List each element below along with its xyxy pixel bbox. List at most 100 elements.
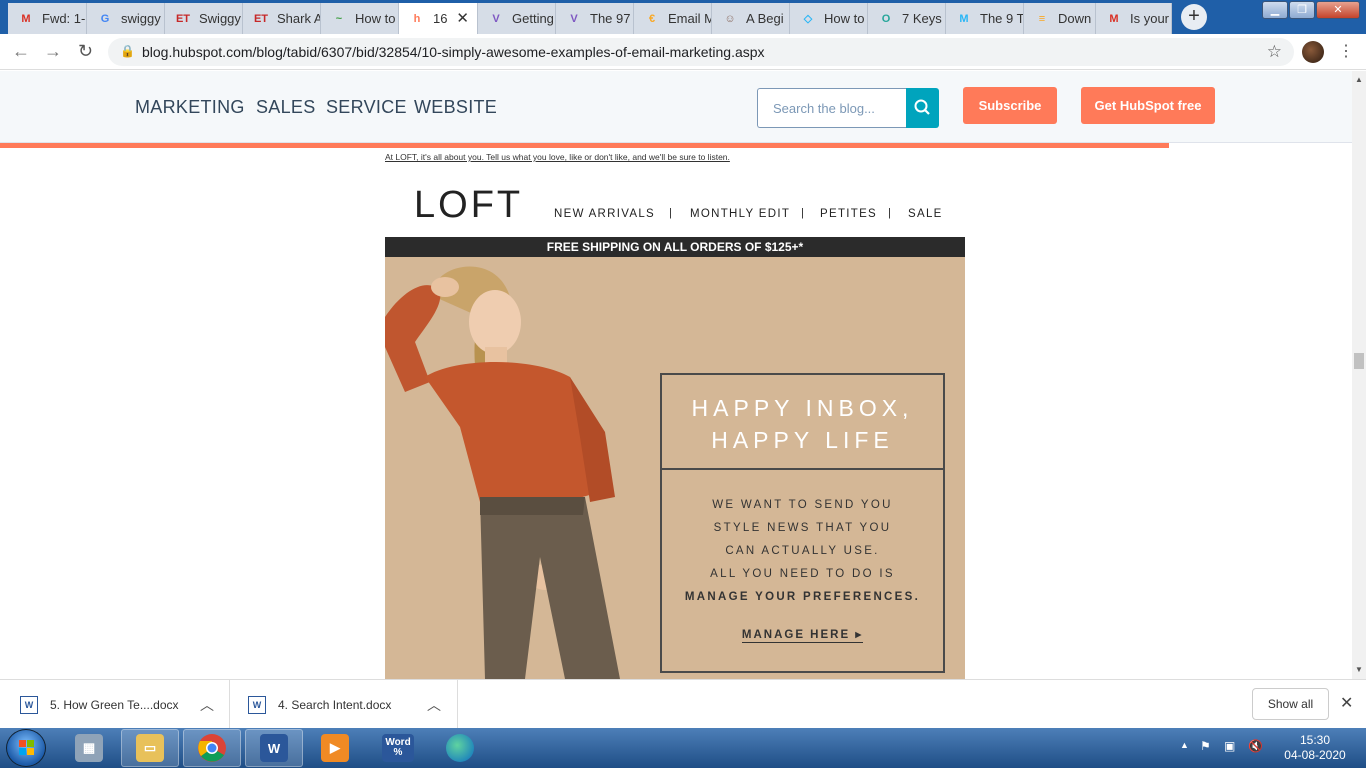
tab-title: Fwd: 1- bbox=[42, 11, 86, 26]
scroll-down-icon[interactable]: ▼ bbox=[1355, 665, 1363, 674]
tab-favicon-icon: ET bbox=[253, 12, 269, 25]
promo-box: HAPPY INBOX, HAPPY LIFE WE WANT TO SEND … bbox=[660, 373, 945, 673]
tab-title: 16 bbox=[433, 11, 448, 26]
site-header: MARKETING SALES SERVICE WEBSITE Search t… bbox=[0, 71, 1352, 143]
loft-nav-sale[interactable]: SALE bbox=[908, 208, 943, 220]
flag-icon[interactable]: ⚑ bbox=[1200, 739, 1211, 753]
taskbar-chrome[interactable] bbox=[183, 729, 241, 767]
taskbar-clock[interactable]: 15:30 04-08-2020 bbox=[1280, 733, 1350, 763]
tab-favicon-icon: ☺ bbox=[724, 12, 736, 25]
forward-arrow-icon[interactable]: → bbox=[44, 41, 62, 62]
tab-title: The 97 bbox=[590, 11, 631, 26]
blog-search-input[interactable]: Search the blog... bbox=[757, 88, 907, 128]
tab-title: A Begi bbox=[746, 11, 784, 26]
download-item[interactable]: W 5. How Green Te....docx ︿ bbox=[0, 680, 230, 729]
download-item[interactable]: W 4. Search Intent.docx ︿ bbox=[230, 680, 458, 729]
get-hubspot-free-button[interactable]: Get HubSpot free bbox=[1081, 87, 1215, 124]
taskbar-calculator[interactable]: ▦ bbox=[60, 729, 118, 767]
browser-tab[interactable]: M The 9 T bbox=[946, 3, 1024, 34]
browser-tab[interactable]: M Fwd: 1- bbox=[8, 3, 87, 34]
loft-nav-monthly-edit[interactable]: MONTHLY EDIT bbox=[690, 208, 790, 220]
tray-expand-icon[interactable]: ▲ bbox=[1180, 740, 1189, 750]
taskbar-word[interactable]: W bbox=[245, 729, 303, 767]
clock-time: 15:30 bbox=[1299, 733, 1331, 747]
search-icon bbox=[914, 99, 930, 115]
taskbar-media-player[interactable]: ▶ bbox=[306, 729, 364, 767]
tab-strip: M Fwd: 1- Gswiggy ET Swiggy ET Shark A ~ How to h… bbox=[0, 0, 1366, 34]
address-bar[interactable]: 🔒 blog.hubspot.com/blog/tabid/6307/bid/3… bbox=[108, 38, 1294, 66]
browser-tab[interactable]: O 7 Keys bbox=[868, 3, 946, 34]
taskbar-word-percent[interactable]: Word % bbox=[369, 729, 427, 767]
new-tab-button[interactable]: + bbox=[1181, 4, 1207, 30]
browser-toolbar: ← → ↻ 🔒 blog.hubspot.com/blog/tabid/6307… bbox=[0, 34, 1366, 70]
browser-menu-icon[interactable]: ⋮ bbox=[1338, 41, 1354, 61]
chevron-up-icon[interactable]: ︿ bbox=[200, 695, 214, 715]
browser-tab[interactable]: ☺ A Begi bbox=[712, 3, 790, 34]
maximize-button[interactable]: ❐ bbox=[1289, 1, 1315, 19]
calculator-icon: ▦ bbox=[75, 734, 103, 762]
close-window-button[interactable]: ✕ bbox=[1316, 1, 1360, 19]
download-filename: 5. How Green Te....docx bbox=[50, 697, 179, 712]
shipping-banner: FREE SHIPPING ON ALL ORDERS OF $125+* bbox=[385, 237, 965, 257]
chevron-up-icon[interactable]: ︿ bbox=[427, 695, 441, 715]
tab-title: Down bbox=[1058, 11, 1092, 26]
loft-nav-separator: | bbox=[801, 207, 804, 219]
start-button[interactable] bbox=[6, 729, 46, 767]
bookmark-star-icon[interactable]: ☆ bbox=[1267, 42, 1282, 62]
tab-favicon-icon: ~ bbox=[335, 12, 343, 25]
email-intro-link[interactable]: At LOFT, it's all about you. Tell us wha… bbox=[385, 152, 745, 163]
profile-avatar[interactable] bbox=[1302, 41, 1324, 63]
promo-body-line: CAN ACTUALLY USE. bbox=[725, 545, 880, 557]
url-text: blog.hubspot.com/blog/tabid/6307/bid/328… bbox=[142, 44, 765, 60]
taskbar-explorer[interactable]: ▭ bbox=[121, 729, 179, 767]
tab-favicon-icon: ET bbox=[175, 12, 191, 25]
browser-tab[interactable]: ◇ How to bbox=[790, 3, 868, 34]
volume-icon[interactable]: 🔇 bbox=[1248, 739, 1263, 753]
tab-favicon-icon: M bbox=[21, 12, 31, 25]
nav-service[interactable]: SERVICE bbox=[326, 97, 407, 118]
tab-close-icon[interactable]: ✕ bbox=[456, 9, 469, 27]
browser-tab[interactable]: ET Shark A bbox=[243, 3, 321, 34]
tab-title: The 9 T bbox=[980, 11, 1023, 26]
browser-tab[interactable]: ≡ Down bbox=[1024, 3, 1096, 34]
nav-sales[interactable]: SALES bbox=[256, 97, 316, 118]
scroll-up-icon[interactable]: ▲ bbox=[1355, 75, 1363, 84]
browser-tab[interactable]: ~ How to bbox=[321, 3, 399, 34]
browser-tab[interactable]: € Email M bbox=[634, 3, 712, 34]
windows-taskbar: ▦ ▭ W ▶ Word % ▲ ⚑ ▣ 🔇 15:30 04-08-2020 bbox=[0, 728, 1366, 768]
hero-image: HAPPY INBOX, HAPPY LIFE WE WANT TO SEND … bbox=[385, 257, 965, 679]
word-percent-icon: Word % bbox=[382, 734, 414, 762]
minimize-button[interactable]: ▁ bbox=[1262, 1, 1288, 19]
nav-marketing[interactable]: MARKETING bbox=[135, 97, 245, 118]
loft-nav-new-arrivals[interactable]: NEW ARRIVALS bbox=[554, 208, 655, 220]
nav-website[interactable]: WEBSITE bbox=[414, 97, 497, 118]
taskbar-edge[interactable] bbox=[431, 729, 489, 767]
tab-title: Shark A bbox=[277, 11, 320, 26]
browser-tab[interactable]: M Is your bbox=[1096, 3, 1172, 34]
loft-nav-petites[interactable]: PETITES bbox=[820, 208, 877, 220]
page-scrollbar[interactable]: ▲ ▼ bbox=[1352, 71, 1366, 679]
search-button[interactable] bbox=[906, 88, 939, 128]
reload-icon[interactable]: ↻ bbox=[78, 41, 93, 62]
tab-title: Is your bbox=[1130, 11, 1170, 26]
show-all-downloads-button[interactable]: Show all bbox=[1252, 688, 1329, 720]
browser-tab[interactable]: ET Swiggy bbox=[165, 3, 243, 34]
tab-favicon-icon: V bbox=[570, 12, 578, 25]
word-icon: W bbox=[260, 734, 288, 762]
reading-progress-bar bbox=[0, 143, 1169, 148]
promo-body-line: ALL YOU NEED TO DO IS bbox=[710, 568, 895, 580]
loft-nav-separator: | bbox=[669, 207, 672, 219]
browser-tab[interactable]: V The 97 bbox=[556, 3, 634, 34]
close-icon[interactable]: ✕ bbox=[1340, 693, 1353, 713]
tab-favicon-icon: ◇ bbox=[803, 13, 813, 25]
browser-tab[interactable]: h 16 ✕ bbox=[399, 3, 478, 34]
network-icon[interactable]: ▣ bbox=[1224, 739, 1235, 753]
browser-tab[interactable]: V Getting bbox=[478, 3, 556, 34]
browser-tab[interactable]: Gswiggy bbox=[87, 3, 165, 34]
clock-date: 04-08-2020 bbox=[1284, 748, 1346, 762]
subscribe-button[interactable]: Subscribe bbox=[963, 87, 1057, 124]
manage-here-link[interactable]: MANAGE HERE ▸ bbox=[662, 627, 943, 643]
scrollbar-thumb[interactable] bbox=[1354, 353, 1364, 369]
back-arrow-icon[interactable]: ← bbox=[12, 41, 30, 62]
tab-title: How to bbox=[355, 11, 396, 26]
